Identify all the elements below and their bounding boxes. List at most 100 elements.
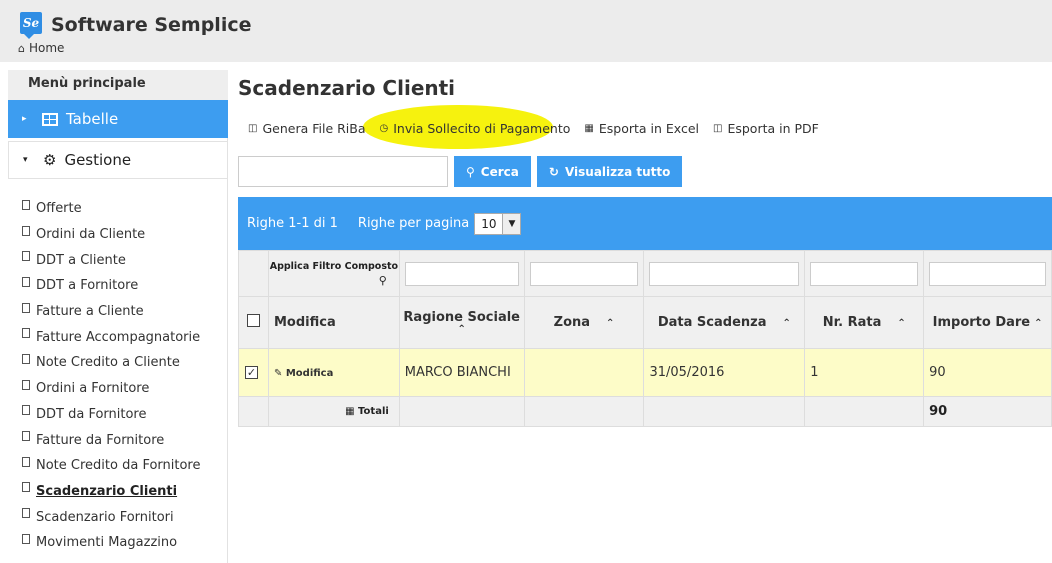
gears-icon: ⚙ bbox=[43, 151, 57, 169]
per-page-label: Righe per pagina bbox=[357, 216, 470, 231]
filter-cell bbox=[643, 250, 806, 297]
sidebar-item-fatture-da-fornitore[interactable]: Fatture da Fornitore bbox=[8, 427, 228, 453]
modifica-label: Modifica bbox=[285, 368, 334, 379]
column-header-nr-rata[interactable]: Nr. Rata ⌃ bbox=[804, 296, 925, 349]
sidebar: Menù principale ▸ Tabelle ▾ ⚙ Gestione O… bbox=[8, 70, 228, 563]
sidebar-item-label: Scadenzario Clienti bbox=[36, 483, 178, 499]
sidebar-item-note-credito-da-fornitore[interactable]: Note Credito da Fornitore bbox=[8, 453, 228, 479]
sidebar-item-ordini-a-fornitore[interactable]: Ordini a Fornitore bbox=[8, 376, 228, 402]
menu-group-tabelle[interactable]: ▸ Tabelle bbox=[8, 100, 228, 138]
per-page-select[interactable]: 10 ▼ bbox=[474, 212, 522, 235]
filter-data-scadenza[interactable] bbox=[649, 261, 800, 286]
sidebar-item-scadenzario-clienti[interactable]: Scadenzario Clienti bbox=[8, 479, 228, 505]
esporta-pdf-button[interactable]: ◫ Esporta in PDF bbox=[713, 121, 819, 136]
filter-row: Applica Filtro Composto ⚲ bbox=[238, 250, 1052, 297]
toolbar-label: Esporta in PDF bbox=[727, 120, 819, 136]
cell-data-scadenza: 31/05/2016 bbox=[643, 348, 806, 397]
sidebar-item-fatture-a-cliente[interactable]: Fatture a Cliente bbox=[8, 299, 228, 325]
filter-cell bbox=[523, 250, 645, 297]
composite-filter-label: Applica Filtro Composto bbox=[269, 261, 399, 272]
column-header-zona[interactable]: Zona ⌃ bbox=[523, 296, 645, 349]
sidebar-item-ordini-da-cliente[interactable]: Ordini da Cliente bbox=[8, 222, 228, 248]
visualizza-tutto-button[interactable]: ↻ Visualizza tutto bbox=[536, 156, 683, 187]
row-checkbox[interactable]: ✓ bbox=[245, 366, 258, 379]
sidebar-item-label: Note Credito da Fornitore bbox=[36, 458, 201, 474]
table-icon bbox=[42, 112, 58, 126]
sidebar-item-movimenti-magazzino[interactable]: Movimenti Magazzino bbox=[8, 530, 228, 556]
column-header-data-scadenza[interactable]: Data Scadenza ⌃ bbox=[643, 296, 806, 349]
table-row[interactable]: ✓ ✎ Modifica MARCO BIANCHI 31/05/2016 1 … bbox=[238, 348, 1052, 397]
column-header-ragione-sociale[interactable]: Ragione Sociale ⌃ bbox=[398, 296, 525, 349]
sidebar-item-label: Note Credito a Cliente bbox=[36, 355, 180, 371]
column-header-importo-dare[interactable]: Importo Dare ⌃ bbox=[923, 296, 1052, 349]
sidebar-item-offerte[interactable]: Offerte bbox=[8, 196, 228, 222]
genera-riba-button[interactable]: ◫ Genera File RiBa bbox=[248, 121, 366, 136]
filter-ragione-sociale[interactable] bbox=[404, 261, 519, 286]
modifica-link[interactable]: ✎ Modifica bbox=[274, 368, 333, 379]
search-input[interactable] bbox=[238, 156, 448, 187]
sidebar-title: Menù principale bbox=[8, 70, 228, 100]
scadenzario-table: Applica Filtro Composto ⚲ Modifica Ragio… bbox=[238, 250, 1052, 427]
cerca-button[interactable]: ⚲ Cerca bbox=[454, 156, 531, 187]
pencil-icon: ✎ bbox=[273, 368, 283, 379]
column-label: Modifica bbox=[273, 315, 336, 330]
per-page: Righe per pagina 10 ▼ bbox=[357, 212, 522, 235]
per-page-value: 10 bbox=[481, 216, 497, 231]
filter-cell-composite[interactable]: Applica Filtro Composto ⚲ bbox=[267, 250, 400, 297]
filter-cell-empty bbox=[238, 250, 269, 297]
sidebar-item-ddt-a-cliente[interactable]: DDT a Cliente bbox=[8, 247, 228, 273]
invia-sollecito-button[interactable]: ◷ Invia Sollecito di Pagamento bbox=[380, 121, 571, 136]
column-label: Data Scadenza bbox=[657, 315, 767, 330]
filter-importo-dare[interactable] bbox=[929, 261, 1046, 286]
app-title: Software Semplice bbox=[51, 14, 252, 36]
sidebar-item-label: Movimenti Magazzino bbox=[36, 535, 178, 551]
sidebar-item-label: DDT a Cliente bbox=[36, 252, 126, 268]
document-icon bbox=[22, 508, 30, 519]
modifica-cell: ✎ Modifica bbox=[267, 348, 400, 397]
main-content: Scadenzario Clienti ◫ Genera File RiBa ◷ I… bbox=[238, 70, 1052, 563]
visualizza-tutto-label: Visualizza tutto bbox=[564, 164, 671, 179]
sidebar-item-label: Scadenzario Fornitori bbox=[36, 509, 174, 525]
gestione-submenu: Offerte Ordini da Cliente DDT a Cliente … bbox=[8, 196, 228, 556]
sidebar-item-note-credito-a-cliente[interactable]: Note Credito a Cliente bbox=[8, 350, 228, 376]
document-icon bbox=[22, 328, 30, 339]
row-select: ✓ bbox=[238, 348, 269, 397]
totals-empty bbox=[804, 396, 925, 427]
sidebar-item-ddt-a-fornitore[interactable]: DDT a Fornitore bbox=[8, 273, 228, 299]
sidebar-item-label: DDT a Fornitore bbox=[36, 278, 139, 294]
sidebar-item-label: DDT da Fornitore bbox=[36, 406, 147, 422]
sidebar-item-label: Offerte bbox=[36, 201, 82, 217]
sort-icon: ⌃ bbox=[606, 318, 615, 329]
menu-group-gestione[interactable]: ▾ ⚙ Gestione bbox=[8, 141, 228, 179]
document-icon bbox=[22, 225, 30, 236]
filter-nr-rata[interactable] bbox=[810, 261, 919, 286]
toolbar-label: Genera File RiBa bbox=[262, 120, 366, 136]
app-logo: Se bbox=[20, 12, 42, 39]
total-importo-dare: 90 bbox=[923, 396, 1052, 427]
column-label: Zona bbox=[553, 315, 591, 330]
totals-empty bbox=[643, 396, 806, 427]
filter-cell bbox=[398, 250, 525, 297]
cerca-label: Cerca bbox=[480, 164, 519, 179]
menu-group-label: Tabelle bbox=[66, 110, 119, 128]
document-icon bbox=[22, 405, 30, 416]
chevron-right-icon: ▸ bbox=[22, 114, 27, 124]
select-all-checkbox[interactable] bbox=[246, 314, 260, 327]
esporta-excel-button[interactable]: ▦ Esporta in Excel bbox=[584, 121, 699, 136]
sidebar-item-label: Ordini a Fornitore bbox=[36, 381, 150, 397]
magnifier-icon[interactable]: ⚲ bbox=[269, 274, 399, 287]
document-icon bbox=[22, 533, 30, 544]
totals-row: ▦ Totali 90 bbox=[238, 396, 1052, 427]
sidebar-item-ddt-da-fornitore[interactable]: DDT da Fornitore bbox=[8, 402, 228, 428]
sidebar-item-fatture-accompagnatorie[interactable]: Fatture Accompagnatorie bbox=[8, 324, 228, 350]
sidebar-item-label: Ordini da Cliente bbox=[36, 227, 146, 243]
breadcrumb-home[interactable]: Home bbox=[29, 41, 64, 55]
refresh-icon: ↻ bbox=[548, 164, 559, 179]
totals-empty bbox=[398, 396, 525, 427]
sidebar-item-label: Fatture a Cliente bbox=[36, 304, 144, 320]
sidebar-item-label: Fatture Accompagnatorie bbox=[36, 329, 201, 345]
sidebar-item-scadenzario-fornitori[interactable]: Scadenzario Fornitori bbox=[8, 504, 228, 530]
sort-icon: ⌃ bbox=[782, 318, 791, 329]
breadcrumb: ⌂ Home bbox=[18, 41, 64, 55]
filter-zona[interactable] bbox=[529, 261, 639, 286]
